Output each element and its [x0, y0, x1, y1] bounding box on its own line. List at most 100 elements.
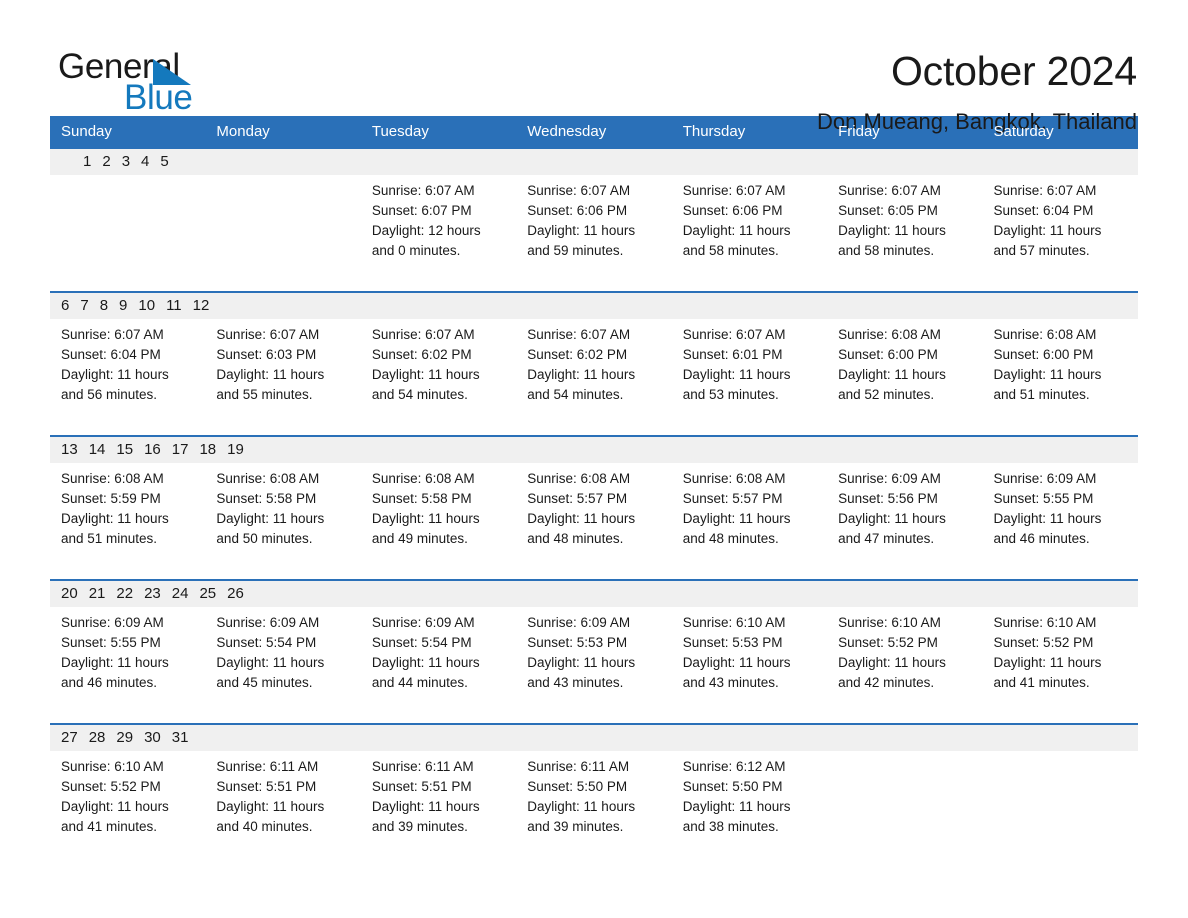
- daylight-text-line2: and 58 minutes.: [682, 243, 779, 258]
- day-number: 2: [102, 153, 111, 170]
- week-spacer: [50, 561, 1138, 579]
- day-cell[interactable]: Sunrise: 6:07 AM Sunset: 6:06 PM Dayligh…: [516, 175, 672, 273]
- day-cell[interactable]: Sunrise: 6:10 AM Sunset: 5:52 PM Dayligh…: [982, 607, 1138, 705]
- sunset-text: Sunset: 5:52 PM: [993, 635, 1094, 650]
- weekday-header-wednesday: Wednesday: [527, 123, 607, 140]
- day-cell[interactable]: Sunrise: 6:08 AM Sunset: 5:58 PM Dayligh…: [360, 463, 517, 561]
- daylight-text-line1: Daylight: 11 hours: [371, 655, 480, 670]
- sunset-text: Sunset: 5:53 PM: [682, 635, 783, 650]
- day-cell[interactable]: Sunrise: 6:07 AM Sunset: 6:04 PM Dayligh…: [50, 319, 206, 417]
- sunset-text: Sunset: 6:01 PM: [682, 347, 783, 362]
- week-spacer: [50, 273, 1138, 291]
- daylight-text-line1: Daylight: 11 hours: [216, 799, 325, 814]
- sunset-text: Sunset: 6:00 PM: [838, 347, 938, 362]
- sunset-text: Sunset: 5:51 PM: [216, 779, 317, 794]
- day-number: 12: [192, 297, 210, 314]
- sunrise-text: Sunrise: 6:09 AM: [993, 471, 1097, 486]
- day-cell[interactable]: Sunrise: 6:08 AM Sunset: 5:57 PM Dayligh…: [671, 463, 828, 561]
- day-cell[interactable]: Sunrise: 6:07 AM Sunset: 6:02 PM Dayligh…: [516, 319, 672, 417]
- daylight-text-line2: and 39 minutes.: [371, 819, 468, 834]
- daylight-text-line2: and 57 minutes.: [993, 243, 1090, 258]
- day-number: 10: [138, 297, 156, 314]
- day-cell[interactable]: Sunrise: 6:09 AM Sunset: 5:55 PM Dayligh…: [982, 463, 1138, 561]
- daylight-text-line2: and 50 minutes.: [216, 531, 313, 546]
- daylight-text-line2: and 48 minutes.: [527, 531, 624, 546]
- day-cell[interactable]: Sunrise: 6:07 AM Sunset: 6:04 PM Dayligh…: [982, 175, 1138, 273]
- day-cell[interactable]: Sunrise: 6:08 AM Sunset: 6:00 PM Dayligh…: [982, 319, 1138, 417]
- sunrise-text: Sunrise: 6:09 AM: [371, 615, 475, 630]
- weekday-header-sunday: Sunday: [61, 123, 112, 140]
- day-number-band: 20 21 22 23 24 25 26: [50, 581, 1138, 607]
- sunset-text: Sunset: 6:02 PM: [371, 347, 472, 362]
- day-number: 19: [227, 441, 244, 458]
- day-number: 23: [144, 585, 161, 602]
- calendar-grid: Sunday Monday Tuesday Wednesday Thursday…: [50, 116, 1138, 849]
- day-cell[interactable]: Sunrise: 6:08 AM Sunset: 5:57 PM Dayligh…: [516, 463, 672, 561]
- day-number: 6: [61, 297, 70, 314]
- sunset-text: Sunset: 5:52 PM: [838, 635, 938, 650]
- sunset-text: Sunset: 5:57 PM: [682, 491, 783, 506]
- daylight-text-line1: Daylight: 11 hours: [371, 799, 480, 814]
- day-number: 7: [80, 297, 89, 314]
- day-cell[interactable]: Sunrise: 6:07 AM Sunset: 6:02 PM Dayligh…: [360, 319, 517, 417]
- sunset-text: Sunset: 5:55 PM: [993, 491, 1094, 506]
- day-cell[interactable]: Sunrise: 6:09 AM Sunset: 5:54 PM Dayligh…: [360, 607, 517, 705]
- sunrise-text: Sunrise: 6:11 AM: [371, 759, 474, 774]
- day-number: 1: [83, 153, 92, 170]
- day-cell[interactable]: Sunrise: 6:07 AM Sunset: 6:06 PM Dayligh…: [671, 175, 828, 273]
- day-cell[interactable]: [205, 175, 361, 273]
- daylight-text-line1: Daylight: 11 hours: [527, 223, 636, 238]
- sunrise-text: Sunrise: 6:07 AM: [371, 183, 475, 198]
- day-cell[interactable]: Sunrise: 6:07 AM Sunset: 6:07 PM Dayligh…: [360, 175, 517, 273]
- day-cell[interactable]: [50, 175, 206, 273]
- day-number: 28: [88, 729, 106, 746]
- day-cell[interactable]: Sunrise: 6:10 AM Sunset: 5:53 PM Dayligh…: [671, 607, 828, 705]
- day-cell[interactable]: Sunrise: 6:09 AM Sunset: 5:56 PM Dayligh…: [827, 463, 983, 561]
- day-cell[interactable]: Sunrise: 6:11 AM Sunset: 5:51 PM Dayligh…: [205, 751, 361, 849]
- daylight-text-line1: Daylight: 11 hours: [682, 655, 791, 670]
- day-number-band: 27 28 29 30 31: [50, 725, 1138, 751]
- daylight-text-line1: Daylight: 11 hours: [527, 367, 636, 382]
- day-number: 9: [119, 297, 128, 314]
- sunrise-text: Sunrise: 6:07 AM: [527, 183, 631, 198]
- sunrise-text: Sunrise: 6:08 AM: [216, 471, 320, 486]
- daylight-text-line2: and 47 minutes.: [838, 531, 935, 546]
- day-cell[interactable]: Sunrise: 6:08 AM Sunset: 6:00 PM Dayligh…: [827, 319, 983, 417]
- day-number: 5: [160, 153, 169, 170]
- day-cell[interactable]: Sunrise: 6:12 AM Sunset: 5:50 PM Dayligh…: [671, 751, 828, 849]
- day-cell[interactable]: [982, 751, 1138, 849]
- day-number: [50, 149, 61, 175]
- sunrise-text: Sunrise: 6:10 AM: [838, 615, 941, 630]
- day-cell[interactable]: Sunrise: 6:11 AM Sunset: 5:51 PM Dayligh…: [360, 751, 517, 849]
- day-cell[interactable]: Sunrise: 6:11 AM Sunset: 5:50 PM Dayligh…: [516, 751, 672, 849]
- day-cell[interactable]: Sunrise: 6:07 AM Sunset: 6:01 PM Dayligh…: [671, 319, 828, 417]
- daylight-text-line2: and 46 minutes.: [61, 675, 158, 690]
- day-number: 3: [121, 153, 131, 170]
- daylight-text-line1: Daylight: 11 hours: [838, 223, 946, 238]
- day-cell[interactable]: Sunrise: 6:08 AM Sunset: 5:58 PM Dayligh…: [205, 463, 361, 561]
- sunrise-text: Sunrise: 6:08 AM: [527, 471, 631, 486]
- sunset-text: Sunset: 5:59 PM: [61, 491, 161, 506]
- day-number: 31: [171, 729, 189, 746]
- day-cell[interactable]: Sunrise: 6:10 AM Sunset: 5:52 PM Dayligh…: [50, 751, 206, 849]
- day-cell[interactable]: Sunrise: 6:09 AM Sunset: 5:55 PM Dayligh…: [50, 607, 206, 705]
- sunrise-text: Sunrise: 6:11 AM: [216, 759, 319, 774]
- sunset-text: Sunset: 5:58 PM: [371, 491, 472, 506]
- daylight-text-line2: and 49 minutes.: [371, 531, 468, 546]
- day-cell[interactable]: [827, 751, 983, 849]
- daylight-text-line1: Daylight: 11 hours: [527, 655, 636, 670]
- day-cell[interactable]: Sunrise: 6:08 AM Sunset: 5:59 PM Dayligh…: [50, 463, 206, 561]
- day-cell[interactable]: Sunrise: 6:07 AM Sunset: 6:05 PM Dayligh…: [827, 175, 983, 273]
- day-number: [188, 725, 199, 751]
- day-cell[interactable]: Sunrise: 6:10 AM Sunset: 5:52 PM Dayligh…: [827, 607, 983, 705]
- day-number: 18: [199, 441, 217, 458]
- sunrise-text: Sunrise: 6:10 AM: [682, 615, 786, 630]
- day-cell[interactable]: Sunrise: 6:09 AM Sunset: 5:53 PM Dayligh…: [516, 607, 672, 705]
- day-cell[interactable]: Sunrise: 6:09 AM Sunset: 5:54 PM Dayligh…: [205, 607, 361, 705]
- daylight-text-line1: Daylight: 11 hours: [838, 511, 946, 526]
- day-cell[interactable]: Sunrise: 6:07 AM Sunset: 6:03 PM Dayligh…: [205, 319, 361, 417]
- daylight-text-line2: and 51 minutes.: [61, 531, 158, 546]
- daylight-text-line1: Daylight: 11 hours: [371, 367, 480, 382]
- day-number: 13: [61, 441, 78, 458]
- day-number: [199, 725, 210, 751]
